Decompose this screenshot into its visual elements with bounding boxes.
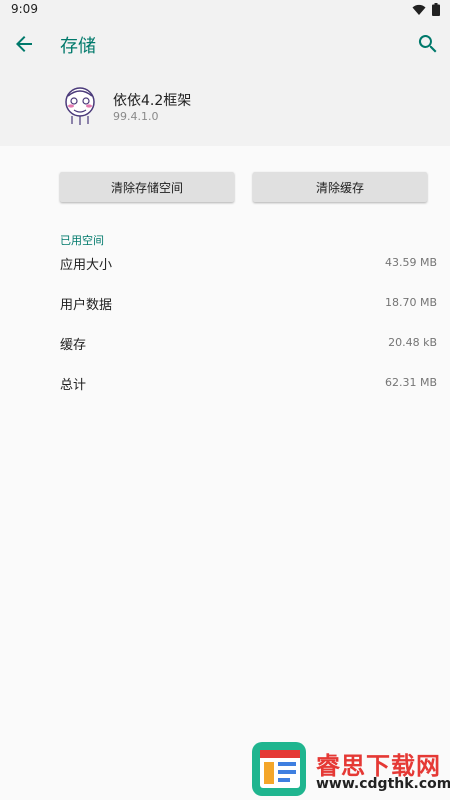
row-label: 总计 (60, 378, 87, 393)
clear-storage-button[interactable]: 清除存储空间 (60, 172, 234, 202)
battery-icon (432, 3, 440, 16)
app-version: 99.4.1.0 (113, 110, 159, 123)
search-icon[interactable] (416, 32, 440, 56)
wifi-icon (412, 4, 426, 15)
page-title: 存储 (60, 36, 96, 57)
row-label: 应用大小 (60, 258, 113, 273)
row-value: 62.31 MB (384, 376, 437, 389)
row-value: 43.59 MB (384, 256, 437, 269)
row-label: 缓存 (60, 338, 87, 353)
clear-cache-button[interactable]: 清除缓存 (253, 172, 427, 202)
watermark: 睿思下载网 www.cdgthk.com (250, 740, 450, 800)
storage-row-user-data: 用户数据 18.70 MB (60, 294, 437, 314)
storage-row-cache: 缓存 20.48 kB (60, 334, 437, 354)
row-value: 20.48 kB (388, 336, 437, 349)
row-label: 用户数据 (60, 298, 113, 313)
app-name: 依依4.2框架 (113, 93, 192, 109)
storage-row-total: 总计 62.31 MB (60, 374, 437, 394)
watermark-logo-icon (252, 742, 306, 796)
watermark-url: www.cdgthk.com (316, 776, 450, 792)
app-icon (65, 87, 95, 125)
toolbar: 存储 (0, 20, 450, 68)
section-title-used-space: 已用空间 (60, 234, 104, 247)
storage-row-app-size: 应用大小 43.59 MB (60, 254, 437, 274)
app-header: 依依4.2框架 99.4.1.0 (0, 68, 450, 146)
status-bar: 9:09 (0, 0, 450, 20)
row-value: 18.70 MB (384, 296, 437, 309)
status-time: 9:09 (11, 2, 38, 16)
status-icons (412, 3, 440, 16)
back-arrow-icon[interactable] (12, 32, 36, 56)
